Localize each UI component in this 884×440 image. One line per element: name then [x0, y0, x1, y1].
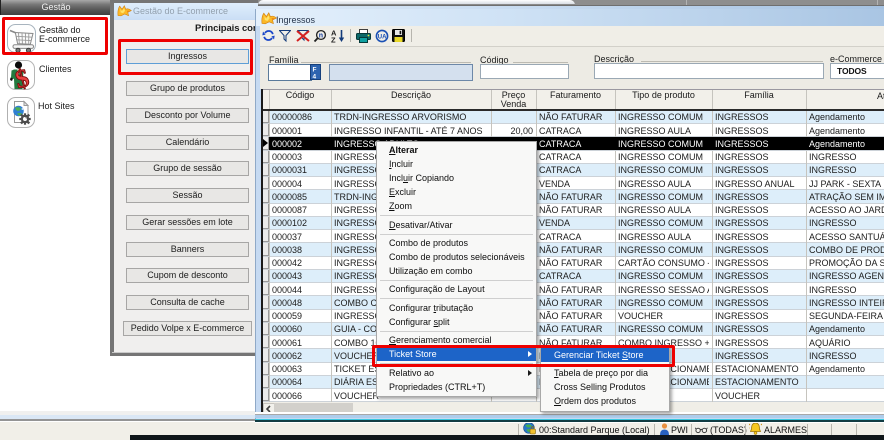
- svg-text:n: n: [319, 33, 323, 40]
- svg-text:UA: UA: [378, 34, 387, 40]
- svg-text:Z: Z: [331, 36, 336, 44]
- svg-text:F: F: [313, 67, 317, 74]
- svg-text:4: 4: [313, 74, 317, 81]
